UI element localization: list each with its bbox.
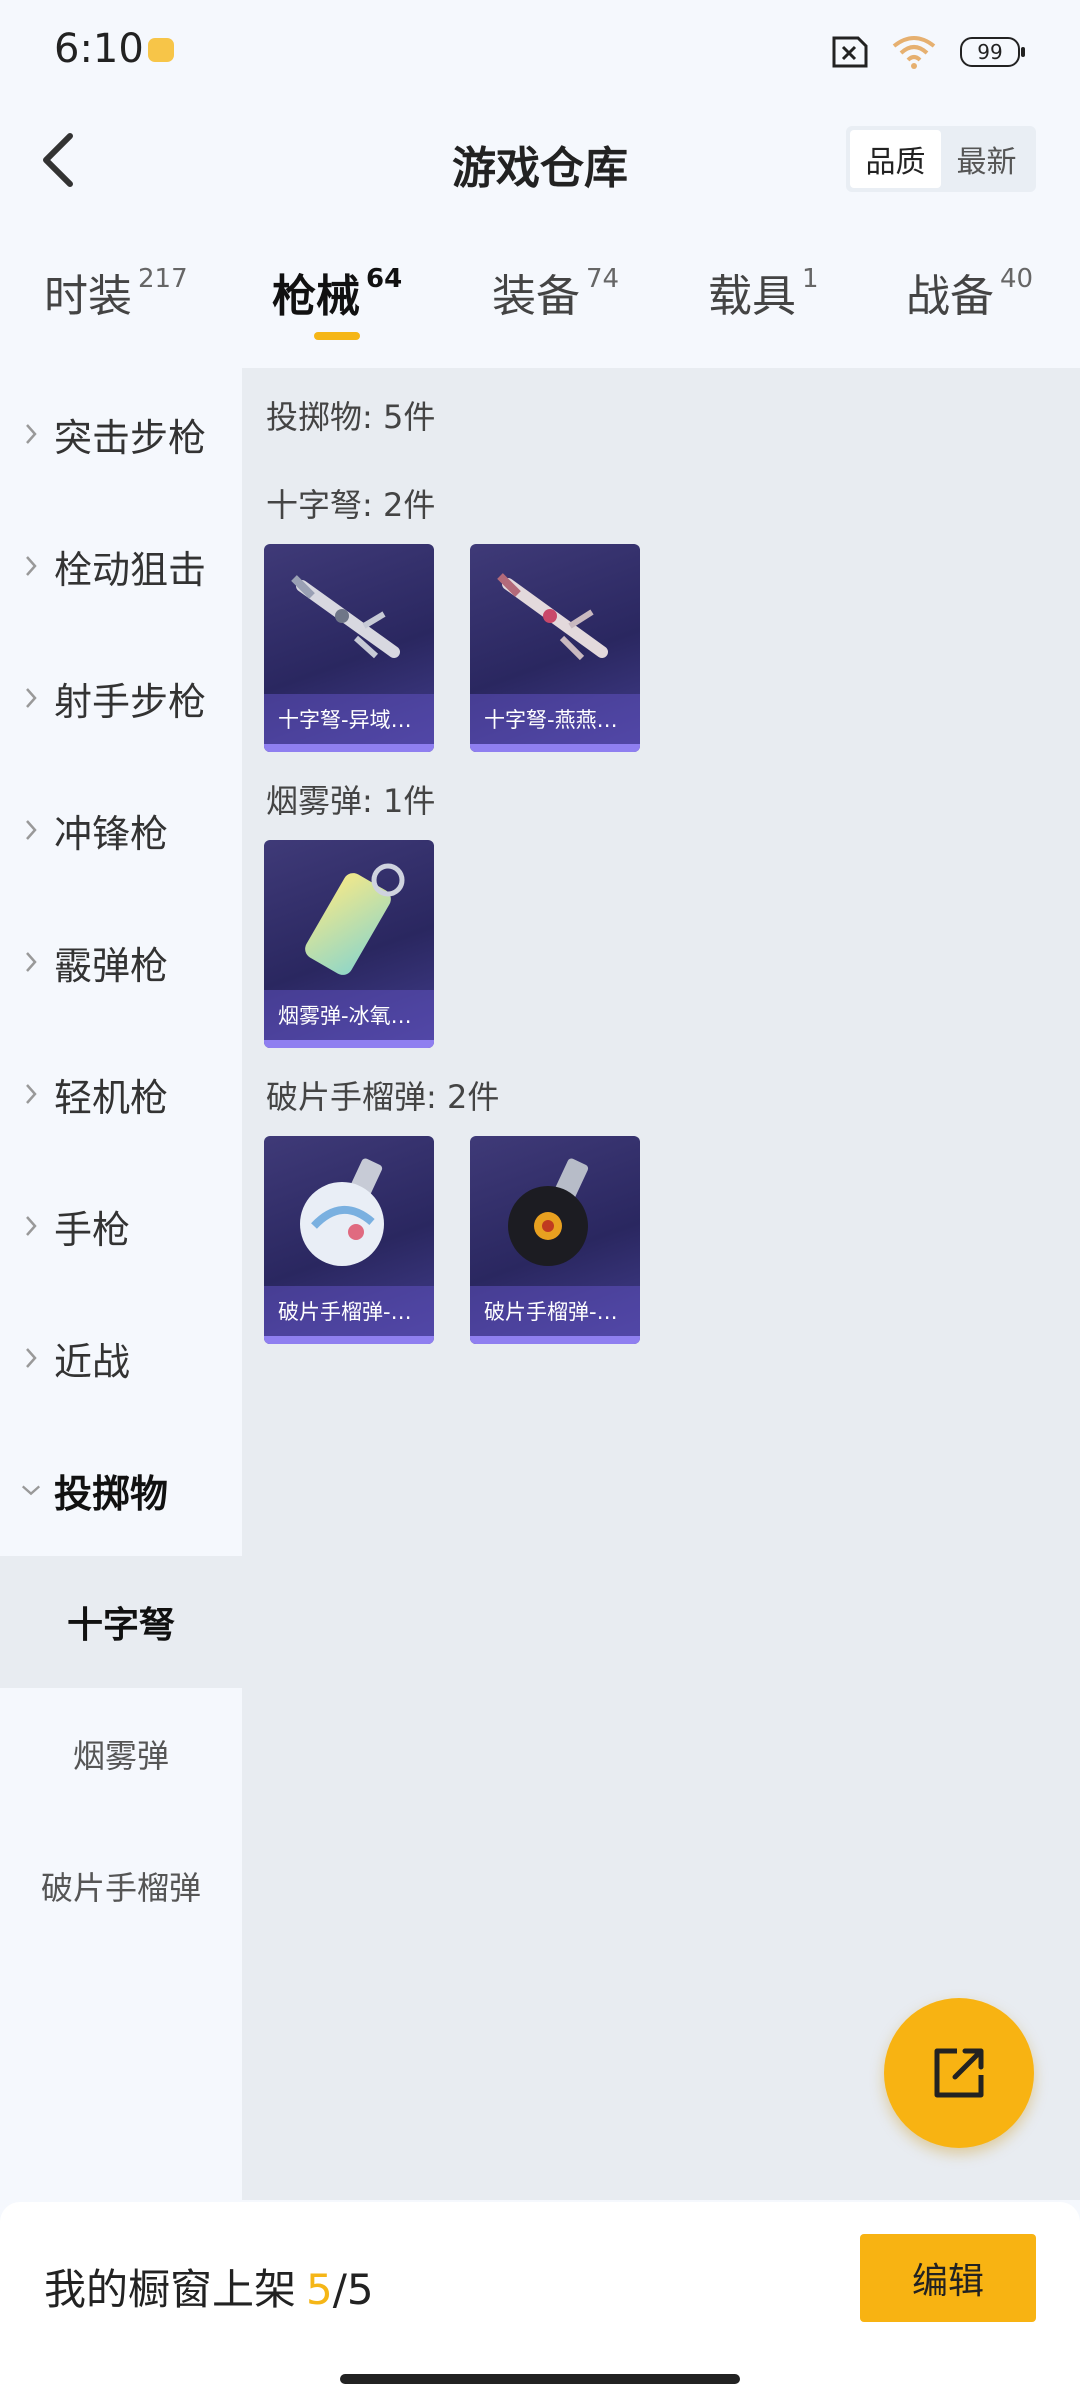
sort-by-quality[interactable]: 品质 bbox=[850, 130, 941, 188]
sidebar-subitem-crossbow[interactable]: 十字弩 bbox=[0, 1556, 242, 1688]
header: 游戏仓库 品质 最新 bbox=[0, 110, 1080, 210]
tab-firearms[interactable]: 枪械 64 bbox=[272, 260, 402, 324]
chevron-right-icon bbox=[20, 422, 42, 446]
sidebar-item-shotgun[interactable]: 霰弹枪 bbox=[0, 896, 242, 1028]
chevron-right-icon bbox=[20, 1346, 42, 1370]
chevron-right-icon bbox=[20, 554, 42, 578]
section-heading-frag: 破片手榴弹: 2件 bbox=[266, 1078, 500, 1116]
sidebar-item-label: 近战 bbox=[54, 1339, 131, 1384]
summary-heading: 投掷物: 5件 bbox=[266, 398, 436, 436]
battery-level: 99 bbox=[977, 40, 1003, 64]
active-tab-indicator bbox=[314, 332, 360, 340]
section-heading-crossbow: 十字弩: 2件 bbox=[266, 486, 436, 524]
status-icons: 99 bbox=[828, 30, 1025, 74]
sidebar-item-label: 手枪 bbox=[54, 1207, 131, 1252]
showcase-status: 我的橱窗上架 5 /5 bbox=[44, 2256, 374, 2317]
chevron-right-icon bbox=[20, 950, 42, 974]
bottom-bar: 我的橱窗上架 5 /5 编辑 bbox=[0, 2202, 1080, 2400]
sidebar-subitem-frag-grenade[interactable]: 破片手榴弹 bbox=[0, 1820, 242, 1952]
section-heading-smoke: 烟雾弹: 1件 bbox=[266, 782, 436, 820]
battery-indicator: 99 bbox=[960, 37, 1025, 67]
showcase-total: /5 bbox=[332, 2265, 374, 2314]
item-name: 破片手榴弹-… bbox=[264, 1286, 434, 1336]
sidebar-item-assault-rifle[interactable]: 突击步枪 bbox=[0, 368, 242, 500]
item-card-crossbow-1[interactable]: 十字弩-异域… bbox=[264, 544, 434, 752]
sidebar-item-bolt-sniper[interactable]: 栓动狙击 bbox=[0, 500, 242, 632]
no-sim-icon bbox=[832, 36, 868, 68]
sidebar-item-marksman-rifle[interactable]: 射手步枪 bbox=[0, 632, 242, 764]
status-time: 6:10 bbox=[54, 26, 144, 72]
sidebar-item-smg[interactable]: 冲锋枪 bbox=[0, 764, 242, 896]
sidebar-subitem-smoke-grenade[interactable]: 烟雾弹 bbox=[0, 1688, 242, 1820]
status-bar: 6:10 99 bbox=[0, 0, 1080, 110]
chevron-down-icon bbox=[20, 1483, 42, 1497]
frag-grenade-icon bbox=[508, 1158, 589, 1266]
showcase-count: 5 bbox=[306, 2265, 333, 2314]
sidebar-item-throwables[interactable]: 投掷物 bbox=[0, 1424, 242, 1556]
sidebar-item-label: 射手步枪 bbox=[54, 679, 207, 724]
wifi-icon bbox=[892, 36, 936, 69]
tab-count: 40 bbox=[1000, 264, 1034, 294]
sidebar-item-lmg[interactable]: 轻机枪 bbox=[0, 1028, 242, 1160]
item-name: 破片手榴弹-… bbox=[470, 1286, 640, 1336]
tab-label: 战备 bbox=[906, 271, 994, 322]
chevron-right-icon bbox=[20, 1214, 42, 1238]
tab-count: 1 bbox=[802, 264, 819, 294]
item-name: 烟雾弹-冰氧… bbox=[264, 990, 434, 1040]
chevron-right-icon bbox=[20, 686, 42, 710]
item-card-frag-1[interactable]: 破片手榴弹-… bbox=[264, 1136, 434, 1344]
tab-fashion[interactable]: 时装 217 bbox=[44, 260, 188, 324]
notification-app-icon bbox=[148, 38, 174, 62]
chevron-right-icon bbox=[20, 818, 42, 842]
item-card-crossbow-2[interactable]: 十字弩-燕燕… bbox=[470, 544, 640, 752]
item-card-frag-2[interactable]: 破片手榴弹-… bbox=[470, 1136, 640, 1344]
item-card-smoke-1[interactable]: 烟雾弹-冰氧… bbox=[264, 840, 434, 1048]
sidebar-item-label: 冲锋枪 bbox=[54, 811, 169, 856]
sidebar-item-label: 突击步枪 bbox=[54, 415, 207, 460]
tab-label: 装备 bbox=[492, 271, 580, 322]
sidebar-item-pistol[interactable]: 手枪 bbox=[0, 1160, 242, 1292]
smoke-grenade-icon bbox=[305, 863, 405, 975]
sort-toggle: 品质 最新 bbox=[846, 126, 1036, 192]
home-indicator[interactable] bbox=[340, 2374, 740, 2384]
tab-label: 载具 bbox=[708, 271, 796, 322]
tab-count: 74 bbox=[586, 264, 620, 294]
category-tabs: 时装 217 枪械 64 装备 74 载具 1 战备 40 bbox=[0, 230, 1080, 350]
tab-battle-prep[interactable]: 战备 40 bbox=[906, 260, 1033, 324]
category-sidebar: 突击步枪 栓动狙击 射手步枪 冲锋枪 霰弹枪 轻机枪 手枪 近战 投掷物 十字弩… bbox=[0, 368, 242, 2200]
sidebar-item-label: 霰弹枪 bbox=[54, 943, 169, 988]
tab-vehicles[interactable]: 载具 1 bbox=[708, 260, 819, 324]
tab-count: 64 bbox=[366, 264, 403, 294]
tab-label: 枪械 bbox=[272, 271, 360, 322]
item-name: 十字弩-异域… bbox=[264, 694, 434, 744]
crossbow-icon bbox=[497, 573, 608, 661]
crossbow-icon bbox=[291, 575, 400, 659]
sidebar-item-melee[interactable]: 近战 bbox=[0, 1292, 242, 1424]
sort-by-newest[interactable]: 最新 bbox=[941, 130, 1032, 188]
sidebar-item-label: 投掷物 bbox=[54, 1471, 169, 1516]
edit-button[interactable]: 编辑 bbox=[860, 2234, 1036, 2322]
sidebar-item-label: 栓动狙击 bbox=[54, 547, 207, 592]
share-export-icon bbox=[934, 2048, 984, 2098]
frag-grenade-icon bbox=[300, 1158, 384, 1266]
item-grid-panel: 投掷物: 5件 十字弩: 2件 十字弩-异域… 十字弩-燕燕… 烟雾弹: 1件 … bbox=[242, 368, 1080, 2200]
showcase-label: 我的橱窗上架 bbox=[44, 2265, 297, 2314]
tab-count: 217 bbox=[138, 264, 188, 294]
tab-label: 时装 bbox=[44, 271, 132, 322]
sidebar-item-label: 轻机枪 bbox=[54, 1075, 169, 1120]
chevron-right-icon bbox=[20, 1082, 42, 1106]
share-button[interactable] bbox=[884, 1998, 1034, 2148]
item-name: 十字弩-燕燕… bbox=[470, 694, 640, 744]
tab-equipment[interactable]: 装备 74 bbox=[492, 260, 619, 324]
